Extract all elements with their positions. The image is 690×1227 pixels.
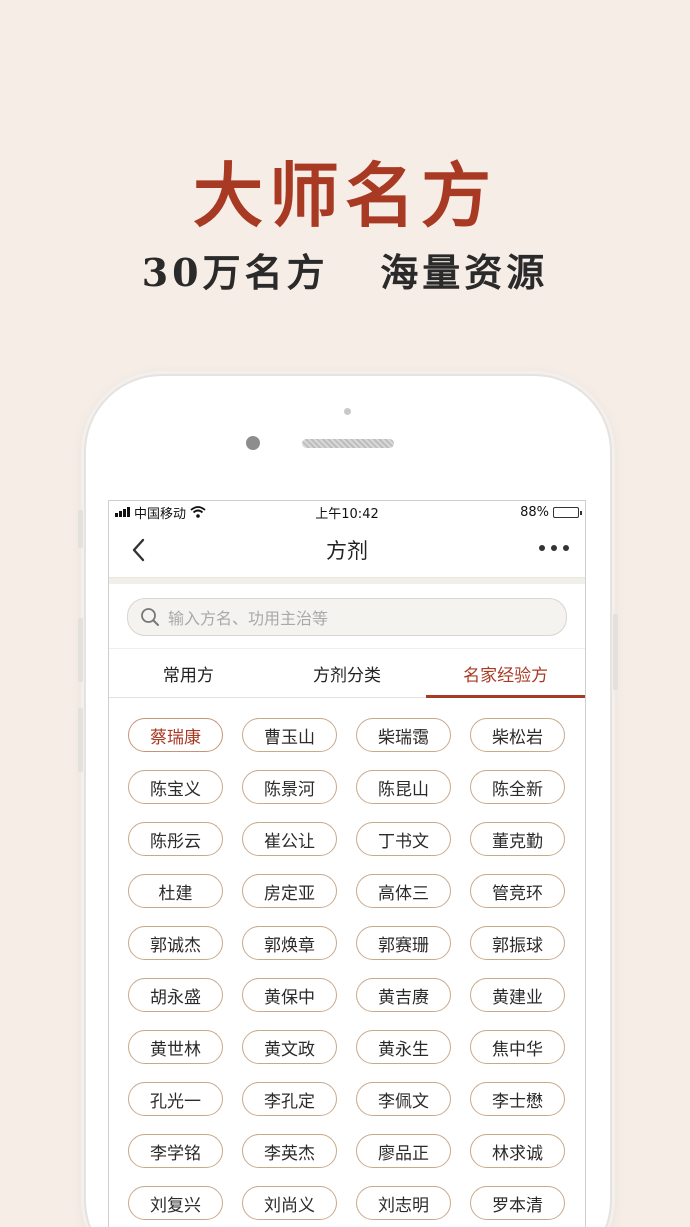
doctor-name-chip[interactable]: 刘志明 [356, 1186, 451, 1220]
doctor-name-chip[interactable]: 林求诚 [470, 1134, 565, 1168]
battery-icon [553, 506, 582, 518]
doctor-name-chip[interactable]: 房定亚 [242, 874, 337, 908]
doctor-name-chip[interactable]: 焦中华 [470, 1030, 565, 1064]
battery-percent: 88% [520, 504, 549, 520]
promo-subline: 30万名方 海量资源 [141, 250, 549, 295]
doctor-name-chip[interactable]: 高体三 [356, 874, 451, 908]
doctor-name-chip[interactable]: 黄保中 [242, 978, 337, 1012]
volume-up-button [78, 618, 83, 682]
status-time: 上午10:42 [315, 506, 379, 522]
doctor-name-chip[interactable]: 郭诚杰 [128, 926, 223, 960]
nav-bar: 方剂 [109, 523, 585, 577]
doctor-name-chip[interactable]: 黄世林 [128, 1030, 223, 1064]
mute-switch [78, 510, 83, 548]
search-input[interactable]: 输入方名、功用主治等 [127, 598, 567, 636]
doctor-name-chip[interactable]: 蔡瑞康 [128, 718, 223, 752]
doctor-name-chip[interactable]: 黄永生 [356, 1030, 451, 1064]
doctor-name-chip[interactable]: 胡永盛 [128, 978, 223, 1012]
doctor-name-chip[interactable]: 郭振球 [470, 926, 565, 960]
doctor-name-chip[interactable]: 李孔定 [242, 1082, 337, 1116]
doctor-name-grid: 蔡瑞康 曹玉山 柴瑞霭 柴松岩陈宝义 陈景河 陈昆山 陈全新陈彤云 崔公让 丁书文 董克勤杜建 房定… [109, 698, 585, 1220]
doctor-name-chip[interactable]: 丁书文 [356, 822, 451, 856]
doctor-name-chip[interactable]: 郭赛珊 [356, 926, 451, 960]
proximity-sensor [344, 408, 351, 415]
back-chevron-icon[interactable] [127, 536, 151, 564]
doctor-name-chip[interactable]: 黄吉赓 [356, 978, 451, 1012]
promo-page: 大师名方 30万名方 海量资源 中国移动 上午10:42 88% 方剂 输入方名… [0, 0, 690, 1227]
tab-common-formulas[interactable]: 常用方 [109, 649, 268, 697]
tab-bar: 常用方 方剂分类 名家经验方 [109, 648, 585, 698]
doctor-name-chip[interactable]: 董克勤 [470, 822, 565, 856]
doctor-name-chip[interactable]: 陈彤云 [128, 822, 223, 856]
doctor-name-chip[interactable]: 陈全新 [470, 770, 565, 804]
doctor-name-chip[interactable]: 管竞环 [470, 874, 565, 908]
doctor-name-chip[interactable]: 刘尚义 [242, 1186, 337, 1220]
doctor-name-chip[interactable]: 黄建业 [470, 978, 565, 1012]
search-icon [141, 608, 159, 626]
tab-expert-formulas[interactable]: 名家经验方 [426, 649, 585, 697]
nav-divider [109, 577, 585, 584]
doctor-name-chip[interactable]: 李士懋 [470, 1082, 565, 1116]
doctor-name-chip[interactable]: 李英杰 [242, 1134, 337, 1168]
tab-formula-categories[interactable]: 方剂分类 [268, 649, 427, 697]
status-bar: 中国移动 上午10:42 88% [109, 501, 585, 523]
more-icon[interactable] [539, 545, 569, 551]
doctor-name-chip[interactable]: 曹玉山 [242, 718, 337, 752]
carrier-label: 中国移动 [134, 506, 187, 522]
doctor-name-chip[interactable]: 李学铭 [128, 1134, 223, 1168]
wifi-icon [190, 506, 206, 518]
doctor-name-chip[interactable]: 柴瑞霭 [356, 718, 451, 752]
doctor-name-chip[interactable]: 黄文政 [242, 1030, 337, 1064]
doctor-name-chip[interactable]: 李佩文 [356, 1082, 451, 1116]
search-placeholder: 输入方名、功用主治等 [168, 609, 329, 628]
app-screen: 中国移动 上午10:42 88% 方剂 输入方名、功用主治等 常用方 方剂分类 … [108, 500, 586, 1227]
signal-icon [115, 507, 130, 517]
doctor-name-chip[interactable]: 刘复兴 [128, 1186, 223, 1220]
doctor-name-chip[interactable]: 崔公让 [242, 822, 337, 856]
doctor-name-chip[interactable]: 陈宝义 [128, 770, 223, 804]
doctor-name-chip[interactable]: 孔光一 [128, 1082, 223, 1116]
doctor-name-chip[interactable]: 陈昆山 [356, 770, 451, 804]
earpiece-speaker [302, 439, 394, 448]
phone-frame: 中国移动 上午10:42 88% 方剂 输入方名、功用主治等 常用方 方剂分类 … [78, 374, 618, 1227]
active-tab-indicator [426, 695, 585, 698]
doctor-name-chip[interactable]: 廖品正 [356, 1134, 451, 1168]
promo-headline: 大师名方 [193, 154, 497, 237]
doctor-name-chip[interactable]: 陈景河 [242, 770, 337, 804]
doctor-name-chip[interactable]: 罗本清 [470, 1186, 565, 1220]
power-button [613, 614, 618, 690]
doctor-name-chip[interactable]: 杜建 [128, 874, 223, 908]
volume-down-button [78, 708, 83, 772]
page-title: 方剂 [326, 539, 368, 563]
doctor-name-chip[interactable]: 郭焕章 [242, 926, 337, 960]
doctor-name-chip[interactable]: 柴松岩 [470, 718, 565, 752]
front-camera [246, 436, 260, 450]
